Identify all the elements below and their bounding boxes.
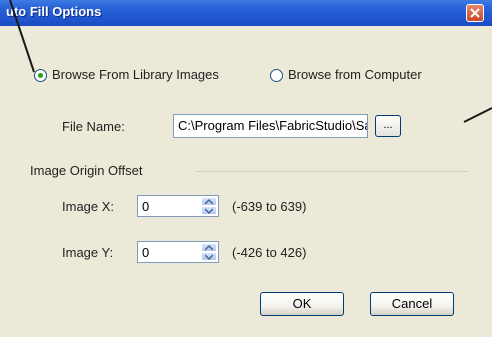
image-x-value[interactable]: 0 [142, 199, 149, 214]
browse-button[interactable]: ... [375, 115, 401, 137]
computer-label[interactable]: Browse from Computer [288, 67, 422, 82]
image-x-up-button[interactable] [201, 197, 217, 206]
window-title: uto Fill Options [6, 4, 102, 19]
file-name-input[interactable]: C:\Program Files\FabricStudio\Sa [173, 114, 368, 138]
image-x-label: Image X: [62, 199, 115, 214]
image-x-spin-buttons[interactable] [201, 197, 217, 215]
close-icon [470, 8, 480, 18]
close-button[interactable] [466, 4, 484, 22]
image-y-label: Image Y: [62, 245, 114, 260]
image-y-value[interactable]: 0 [142, 245, 149, 260]
image-y-up-button[interactable] [201, 243, 217, 252]
chevron-down-icon [205, 208, 213, 214]
file-name-label: File Name: [62, 119, 125, 134]
image-x-range: (-639 to 639) [232, 199, 307, 214]
image-origin-offset-label: Image Origin Offset [30, 163, 143, 178]
ok-button[interactable]: OK [260, 292, 344, 316]
cancel-button[interactable]: Cancel [370, 292, 454, 316]
image-x-down-button[interactable] [201, 206, 217, 215]
callout-line-right [463, 107, 492, 123]
image-y-spinner[interactable]: 0 [137, 241, 219, 263]
chevron-down-icon [205, 254, 213, 260]
chevron-up-icon [205, 245, 213, 251]
library-images-label[interactable]: Browse From Library Images [52, 67, 219, 82]
library-images-radio[interactable] [34, 69, 47, 82]
chevron-up-icon [205, 199, 213, 205]
title-bar[interactable]: uto Fill Options [0, 0, 492, 26]
group-divider [196, 171, 468, 172]
image-y-range: (-426 to 426) [232, 245, 307, 260]
image-y-spin-buttons[interactable] [201, 243, 217, 261]
computer-radio[interactable] [270, 69, 283, 82]
image-x-spinner[interactable]: 0 [137, 195, 219, 217]
auto-fill-options-dialog: uto Fill Options Browse From Library Ima… [0, 0, 492, 337]
image-y-down-button[interactable] [201, 252, 217, 261]
